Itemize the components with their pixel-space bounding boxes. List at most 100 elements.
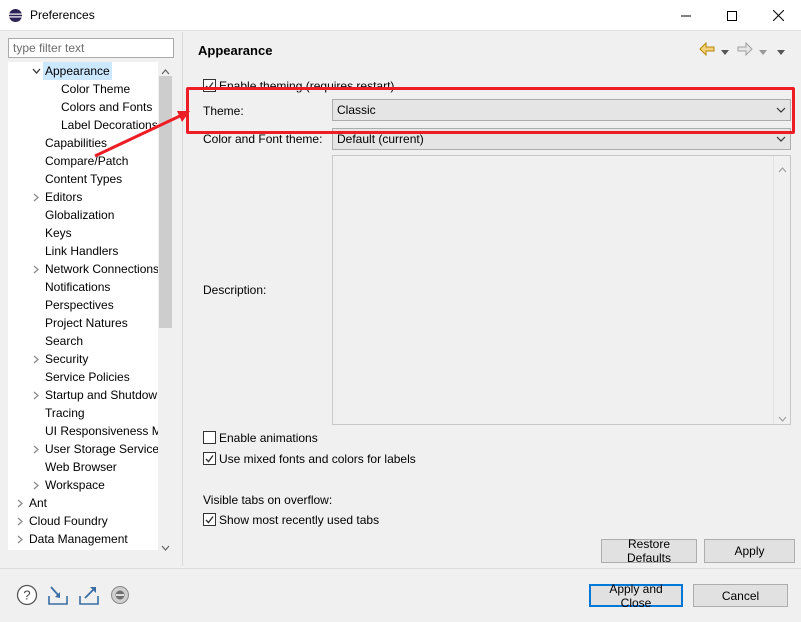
close-button[interactable]: [755, 0, 801, 31]
mixed-fonts-checkbox[interactable]: [203, 452, 216, 465]
enable-animations-checkbox[interactable]: [203, 431, 216, 444]
tree-item-label: Security: [45, 352, 89, 366]
scroll-down-icon[interactable]: [161, 540, 170, 554]
visible-tabs-label: Visible tabs on overflow:: [203, 493, 333, 507]
forward-dropdown-icon[interactable]: [759, 45, 767, 59]
tree-item-label: Startup and Shutdown: [45, 388, 164, 402]
maximize-button[interactable]: [709, 0, 755, 31]
tree-item-label: Compare/Patch: [45, 154, 129, 168]
tree-item-label: Search: [45, 334, 84, 348]
tree-item[interactable]: Link Handlers: [8, 242, 158, 260]
tree-item[interactable]: Web Browser: [8, 458, 158, 476]
description-scrollbar[interactable]: [773, 156, 790, 424]
chevron-down-icon: [776, 103, 786, 120]
tree-item[interactable]: Label Decorations: [8, 116, 158, 134]
tree-item-label: Label Decorations: [61, 118, 158, 132]
chevron-right-icon[interactable]: [31, 386, 41, 404]
scroll-down-icon[interactable]: [778, 411, 787, 425]
cancel-button[interactable]: Cancel: [693, 584, 788, 607]
chevron-right-icon[interactable]: [15, 494, 25, 512]
tree-item-label: Globalization: [45, 208, 115, 222]
scroll-up-icon[interactable]: [778, 162, 787, 176]
tree-item[interactable]: Capabilities: [8, 134, 158, 152]
tree-item[interactable]: Keys: [8, 224, 158, 242]
show-recent-tabs-label[interactable]: Show most recently used tabs: [219, 513, 379, 527]
window-title: Preferences: [30, 8, 95, 22]
history-nav: [697, 40, 797, 60]
tree-item-label: User Storage Service: [45, 442, 160, 456]
description-box: [332, 155, 791, 425]
enable-animations-label[interactable]: Enable animations: [219, 431, 318, 445]
apply-button[interactable]: Apply: [704, 539, 795, 563]
back-dropdown-icon[interactable]: [721, 45, 729, 59]
mixed-fonts-label[interactable]: Use mixed fonts and colors for labels: [219, 452, 416, 466]
import-icon[interactable]: [47, 584, 69, 606]
chevron-right-icon[interactable]: [15, 530, 25, 548]
tree-item[interactable]: Color Theme: [8, 80, 158, 98]
page-title: Appearance: [198, 43, 273, 58]
minimize-button[interactable]: [663, 0, 709, 31]
color-font-theme-value: Default (current): [337, 132, 424, 146]
tree-item-label: Web Browser: [45, 460, 117, 474]
pane-splitter[interactable]: [182, 32, 183, 566]
forward-arrow-icon[interactable]: [737, 41, 753, 59]
back-arrow-icon[interactable]: [699, 41, 715, 59]
tree-item[interactable]: Data Management: [8, 530, 158, 548]
color-font-theme-select[interactable]: Default (current): [332, 128, 791, 150]
tree-item[interactable]: Startup and Shutdown: [8, 386, 164, 404]
chevron-right-icon[interactable]: [31, 260, 41, 278]
tree-item[interactable]: Perspectives: [8, 296, 158, 314]
tree-item[interactable]: Ant: [8, 494, 158, 512]
tree-item-label: Workspace: [45, 478, 105, 492]
tree-item[interactable]: User Storage Service: [8, 440, 160, 458]
tree-item-label: Color Theme: [61, 82, 131, 96]
chevron-right-icon[interactable]: [31, 350, 41, 368]
help-icon[interactable]: ?: [16, 584, 38, 606]
filter-input[interactable]: type filter text: [8, 38, 174, 58]
enable-theming-label[interactable]: Enable theming (requires restart): [219, 79, 394, 93]
tree-item-label: Appearance: [43, 62, 112, 80]
enable-theming-checkbox[interactable]: [203, 79, 216, 92]
tree-item[interactable]: Project Natures: [8, 314, 158, 332]
tree-item-label: Data Management: [29, 532, 128, 546]
tree-item-label: Content Types: [45, 172, 123, 186]
tree-item-label: Editors: [45, 190, 83, 204]
tree-item[interactable]: Cloud Foundry: [8, 512, 158, 530]
tree-item[interactable]: Appearance: [8, 62, 158, 80]
tree-scrollbar[interactable]: [158, 62, 173, 551]
tree-item-label: Link Handlers: [45, 244, 119, 258]
tree-item[interactable]: Workspace: [8, 476, 158, 494]
tree-item-label: Colors and Fonts: [61, 100, 153, 114]
tree-item[interactable]: Globalization: [8, 206, 158, 224]
tree-item[interactable]: Notifications: [8, 278, 158, 296]
tree-item[interactable]: Compare/Patch: [8, 152, 158, 170]
svg-text:?: ?: [23, 588, 30, 603]
tree-item[interactable]: Content Types: [8, 170, 158, 188]
tree-item-label: Capabilities: [45, 136, 108, 150]
tree-item[interactable]: Editors: [8, 188, 158, 206]
chevron-right-icon[interactable]: [31, 476, 41, 494]
tree-item-label: Perspectives: [45, 298, 114, 312]
eclipse-app-icon: [8, 8, 23, 23]
chevron-down-icon[interactable]: [31, 62, 41, 80]
chevron-right-icon[interactable]: [31, 188, 41, 206]
tree-item[interactable]: Colors and Fonts: [8, 98, 158, 116]
tree-item[interactable]: Tracing: [8, 404, 158, 422]
theme-select[interactable]: Classic: [332, 99, 791, 121]
tree-item[interactable]: Security: [8, 350, 158, 368]
tree-item[interactable]: Network Connections: [8, 260, 159, 278]
tree-item[interactable]: UI Responsiveness Monitoring: [8, 422, 173, 440]
show-recent-tabs-checkbox[interactable]: [203, 513, 216, 526]
tree-item-label: Service Policies: [45, 370, 130, 384]
chevron-right-icon[interactable]: [31, 440, 41, 458]
tree-item[interactable]: Search: [8, 332, 158, 350]
apply-and-close-button[interactable]: Apply and Close: [589, 582, 683, 610]
tree-scroll-thumb[interactable]: [159, 76, 172, 328]
oomph-icon[interactable]: [109, 584, 131, 606]
tree-item-label: Project Natures: [45, 316, 128, 330]
chevron-right-icon[interactable]: [15, 512, 25, 530]
restore-defaults-button[interactable]: Restore Defaults: [601, 537, 697, 565]
export-icon[interactable]: [78, 584, 100, 606]
view-menu-icon[interactable]: [777, 45, 785, 59]
tree-item[interactable]: Service Policies: [8, 368, 158, 386]
